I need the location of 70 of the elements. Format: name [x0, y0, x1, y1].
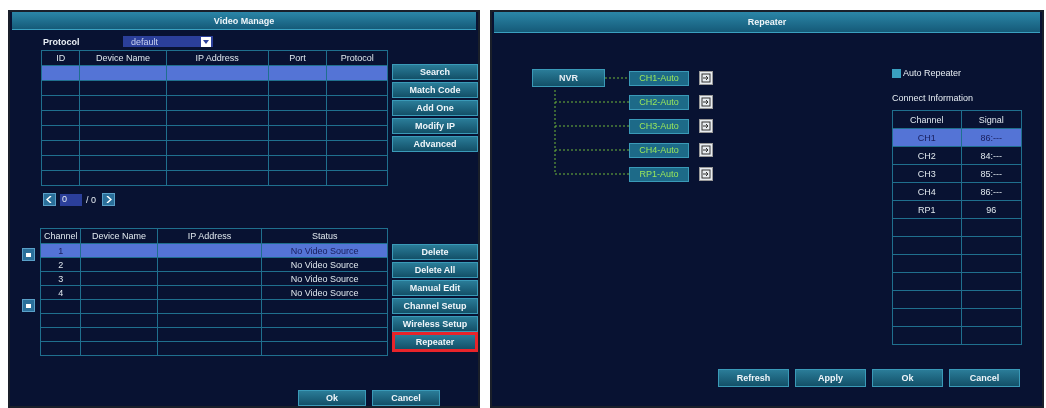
action-button[interactable]: Match Code: [392, 82, 478, 98]
dialog-button[interactable]: Apply: [795, 369, 866, 387]
arrow-box-icon[interactable]: [699, 143, 713, 157]
table-cell: No Video Source: [261, 285, 388, 300]
table-cell: 2: [40, 257, 81, 272]
dialog-button[interactable]: Ok: [298, 390, 366, 406]
action-button[interactable]: Search: [392, 64, 478, 80]
checkbox[interactable]: [892, 68, 901, 78]
page-field[interactable]: 0: [60, 193, 82, 206]
action-button[interactable]: Channel Setup: [392, 298, 478, 314]
column-header: Device Name: [80, 228, 158, 244]
column-header: Channel: [40, 228, 81, 244]
channel-node[interactable]: RP1-Auto: [629, 166, 689, 182]
table-cell: 4: [40, 285, 81, 300]
arrow-box-icon[interactable]: [699, 119, 713, 133]
scroll-down-button[interactable]: [21, 299, 35, 312]
table-cell: 84:---: [961, 146, 1022, 165]
table-cell: 85:---: [961, 164, 1022, 183]
action-button[interactable]: Repeater: [392, 332, 478, 352]
table-cell: CH3: [892, 164, 962, 183]
arrow-box-icon[interactable]: [699, 95, 713, 109]
table-cell: No Video Source: [261, 271, 388, 286]
table-cell: 96: [961, 200, 1022, 219]
column-header: Signal: [961, 110, 1022, 129]
table-cell: 3: [40, 271, 81, 286]
column-header: ID: [41, 50, 80, 66]
column-header: Port: [268, 50, 327, 66]
dialog-button[interactable]: Ok: [872, 369, 943, 387]
action-button[interactable]: Wireless Setup: [392, 316, 478, 332]
table-cell: CH4: [892, 182, 962, 201]
action-button[interactable]: Advanced: [392, 136, 478, 152]
dialog-button[interactable]: Cancel: [372, 390, 440, 406]
action-button[interactable]: Add One: [392, 100, 478, 116]
channel-node[interactable]: CH3-Auto: [629, 118, 689, 134]
action-button[interactable]: Delete: [392, 244, 478, 260]
table-cell: CH2: [892, 146, 962, 165]
chevron-right-icon: [105, 196, 112, 203]
column-header: Status: [261, 228, 388, 244]
dialog-button[interactable]: Refresh: [718, 369, 789, 387]
table-cell: No Video Source: [261, 257, 388, 272]
checkbox-label: Auto Repeater: [903, 68, 962, 78]
action-button[interactable]: Modify IP: [392, 118, 478, 134]
channel-node[interactable]: CH2-Auto: [629, 94, 689, 110]
nvr-node[interactable]: NVR: [532, 69, 605, 87]
page-total: / 0: [86, 194, 96, 205]
table-cell: 86:---: [961, 182, 1022, 201]
protocol-label: Protocol: [43, 36, 81, 47]
connector-line: [605, 77, 629, 79]
window-title: Repeater: [494, 12, 1040, 33]
column-header: Device Name: [79, 50, 167, 66]
window-title: Video Manage: [12, 12, 476, 30]
section-title: Connect Information: [892, 93, 975, 103]
arrow-box-icon[interactable]: [699, 167, 713, 181]
column-header: Channel: [892, 110, 962, 129]
arrow-box-icon[interactable]: [699, 71, 713, 85]
table-cell: RP1: [892, 200, 962, 219]
action-button[interactable]: Delete All: [392, 262, 478, 278]
column-header: Protocol: [326, 50, 388, 66]
column-header: IP Address: [166, 50, 269, 66]
protocol-dropdown[interactable]: default: [123, 36, 213, 47]
previous-page-button[interactable]: [43, 193, 56, 206]
chevron-left-icon: [46, 196, 53, 203]
dialog-button[interactable]: Cancel: [949, 369, 1020, 387]
channel-node[interactable]: CH4-Auto: [629, 142, 689, 158]
column-header: IP Address: [157, 228, 262, 244]
scroll-up-button[interactable]: [21, 248, 35, 261]
caret-icon: [201, 36, 211, 47]
action-button[interactable]: Manual Edit: [392, 280, 478, 296]
channel-node[interactable]: CH1-Auto: [629, 70, 689, 86]
next-page-button[interactable]: [102, 193, 115, 206]
